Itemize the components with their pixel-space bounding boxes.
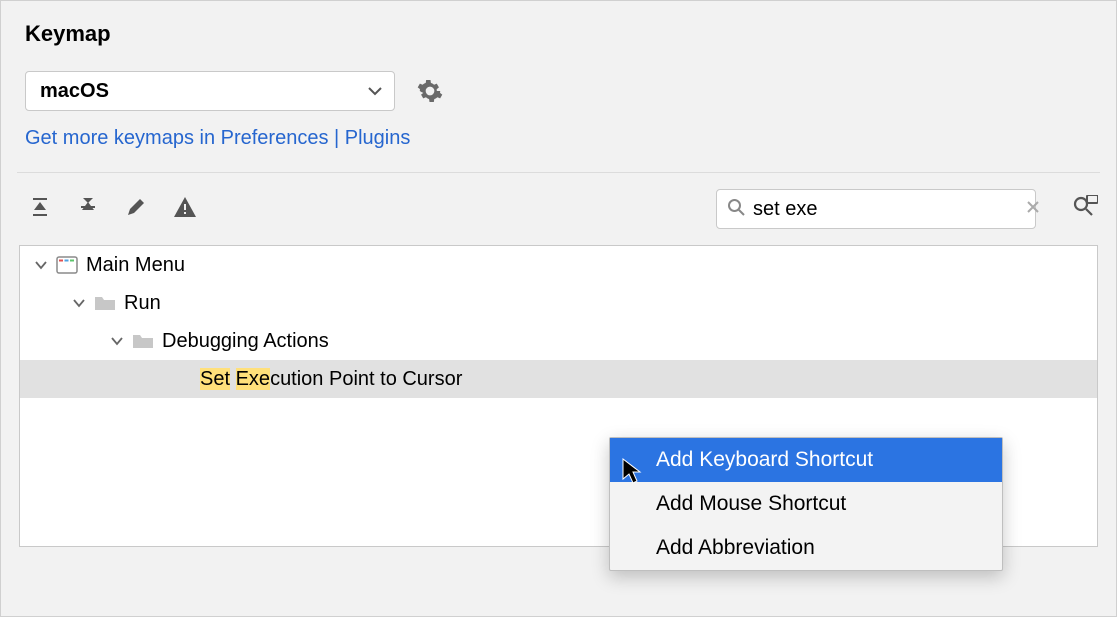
more-keymaps-link[interactable]: Get more keymaps in Preferences | Plugin… <box>25 127 410 149</box>
tree-leaf-set-execution-point[interactable]: Set Execution Point to Cursor <box>20 360 1097 398</box>
tree-node-label: Debugging Actions <box>162 330 329 353</box>
gear-icon[interactable] <box>417 78 443 104</box>
chevron-down-icon <box>72 298 86 308</box>
tree-node-label: Run <box>124 292 161 315</box>
keymap-dropdown-value: macOS <box>40 80 109 103</box>
more-keymaps-link-row: Get more keymaps in Preferences | Plugin… <box>1 111 1116 150</box>
tree-node-run[interactable]: Run <box>20 284 1097 322</box>
context-menu: Add Keyboard Shortcut Add Mouse Shortcut… <box>609 437 1003 571</box>
collapse-all-icon[interactable] <box>77 196 99 223</box>
tree-node-label: Main Menu <box>86 254 185 277</box>
folder-icon <box>94 294 116 312</box>
menu-add-abbreviation[interactable]: Add Abbreviation <box>610 526 1002 570</box>
expand-all-icon[interactable] <box>29 196 51 223</box>
tree-node-main-menu[interactable]: Main Menu <box>20 246 1097 284</box>
page-title: Keymap <box>1 1 1116 47</box>
search-icon <box>727 198 745 221</box>
chevron-down-icon <box>110 336 124 346</box>
search-input[interactable] <box>753 198 1018 221</box>
menu-add-mouse-shortcut[interactable]: Add Mouse Shortcut <box>610 482 1002 526</box>
menu-add-keyboard-shortcut[interactable]: Add Keyboard Shortcut <box>610 438 1002 482</box>
keymap-select-row: macOS <box>1 47 1116 111</box>
tree-node-debugging-actions[interactable]: Debugging Actions <box>20 322 1097 360</box>
folder-icon <box>132 332 154 350</box>
warning-icon[interactable] <box>173 196 197 223</box>
search-field[interactable] <box>716 189 1036 229</box>
edit-icon[interactable] <box>125 196 147 223</box>
toolbar-left <box>29 196 197 223</box>
find-by-shortcut-icon[interactable] <box>1072 195 1098 224</box>
clear-search-icon[interactable] <box>1026 200 1040 219</box>
search-highlight: Exe <box>236 368 270 390</box>
chevron-down-icon <box>34 260 48 270</box>
keymap-toolbar <box>1 173 1116 239</box>
search-highlight: Set <box>200 368 230 390</box>
tree-leaf-label: Set Execution Point to Cursor <box>200 368 462 391</box>
chevron-down-icon <box>368 86 382 96</box>
keymap-settings-panel: Keymap macOS Get more keymaps in Prefere… <box>0 0 1117 617</box>
menu-icon <box>56 256 78 274</box>
keymap-dropdown[interactable]: macOS <box>25 71 395 111</box>
